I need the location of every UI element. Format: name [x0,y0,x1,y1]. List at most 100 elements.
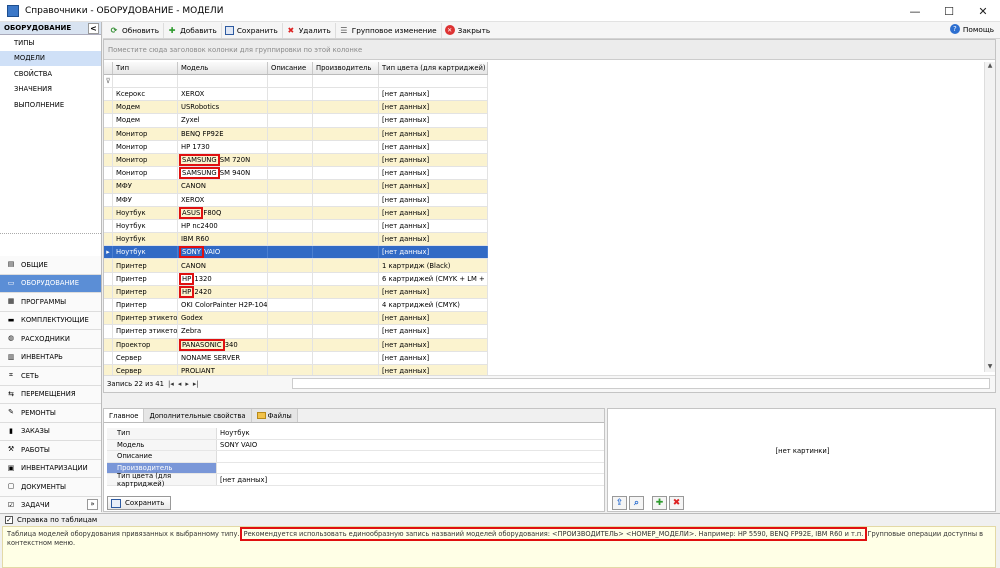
cell-manufacturer[interactable] [313,153,379,167]
table-row[interactable]: Принтер HP 2420 [нет данных] [104,285,488,299]
save-button[interactable]: Сохранить [222,22,283,38]
cell-description[interactable] [268,259,313,272]
cell-color-type[interactable]: 4 картриджей (CMYK) [379,299,488,312]
nav-group-item[interactable]: ⇆ ПЕРЕМЕЩЕНИЯ [0,385,101,404]
first-record-icon[interactable]: |◂ [168,380,174,388]
row-indicator[interactable] [104,219,113,233]
collapse-nav-button[interactable]: < [88,22,99,34]
property-value[interactable] [217,463,220,474]
cell-description[interactable] [268,101,313,114]
cell-manufacturer[interactable] [313,206,379,219]
cell-type[interactable]: Монитор [113,153,178,167]
nav-group-item[interactable]: ▮ ЗАКАЗЫ [0,422,101,441]
cell-manufacturer[interactable] [313,338,379,351]
table-row[interactable]: Ноутбук ASUS F80Q [нет данных] [104,206,488,220]
cell-description[interactable] [268,180,313,193]
table-row[interactable]: Принтер этикеток Godex [нет данных] [104,312,488,326]
cell-color-type[interactable]: 6 картриджей (CMYK + LM + LC) [379,272,488,285]
cell-type[interactable]: Монитор [113,167,178,180]
filter-cell-description[interactable] [268,75,313,87]
cell-model[interactable]: HP 1320 [178,272,268,285]
grid-vertical-scrollbar[interactable]: ▲ ▼ [984,62,995,372]
cell-description[interactable] [268,351,313,364]
cell-color-type[interactable]: [нет данных] [379,351,488,364]
cell-type[interactable]: Ноутбук [113,206,178,219]
cell-model[interactable]: Zebra [178,325,268,338]
cell-description[interactable] [268,88,313,101]
row-indicator[interactable] [104,127,113,140]
row-indicator[interactable] [104,312,113,325]
cell-description[interactable] [268,193,313,206]
row-indicator[interactable] [104,325,113,338]
cell-description[interactable] [268,153,313,167]
cell-model[interactable]: SONY VAIO [178,246,268,259]
table-row[interactable]: Монитор SAMSUNG SM 940N [нет данных] [104,167,488,181]
cell-color-type[interactable]: [нет данных] [379,285,488,298]
details-save-button[interactable]: Сохранить [107,496,171,510]
table-row[interactable]: Монитор HP 1730 [нет данных] [104,140,488,154]
cell-description[interactable] [268,114,313,127]
close-button[interactable]: ✕ Закрыть [442,23,495,38]
cell-type[interactable]: Проектор [113,338,178,351]
cell-description[interactable] [268,140,313,153]
cell-description[interactable] [268,272,313,285]
row-indicator[interactable] [104,167,113,180]
cell-color-type[interactable]: [нет данных] [379,193,488,206]
table-row[interactable]: МФУ CANON [нет данных] [104,180,488,194]
cell-color-type[interactable]: [нет данных] [379,140,488,153]
table-row[interactable]: Принтер OKI ColorPainter H2P-104s 4 картри… [104,299,488,313]
cell-type[interactable]: Принтер [113,272,178,285]
nav-group-item[interactable]: ▥ ИНВЕНТАРЬ [0,348,101,367]
group-by-panel[interactable]: Поместите сюда заголовок колонки для гру… [104,40,995,60]
close-window-button[interactable]: ✕ [966,0,1000,22]
row-indicator[interactable] [104,338,113,351]
property-row[interactable]: Тип Ноутбук [107,428,604,440]
cell-type[interactable]: Принтер [113,299,178,312]
row-indicator[interactable] [104,285,113,298]
cell-type[interactable]: Ноутбук [113,233,178,246]
property-value[interactable] [217,451,220,462]
add-button[interactable]: ✚ Добавить [164,22,222,38]
property-row[interactable]: Тип цвета (для картриджей) [нет данных] [107,472,604,488]
column-header[interactable]: Описание [268,62,313,74]
cell-color-type[interactable]: [нет данных] [379,153,488,167]
nav-subitem[interactable]: ЗНАЧЕНИЯ [0,82,101,98]
cell-type[interactable]: Монитор [113,140,178,153]
cell-description[interactable] [268,233,313,246]
cell-manufacturer[interactable] [313,101,379,114]
cell-model[interactable]: XEROX [178,88,268,101]
table-row[interactable]: Монитор BENQ FP92E [нет данных] [104,127,488,141]
group-change-button[interactable]: ☰ Групповое изменение [336,22,442,38]
cell-description[interactable] [268,325,313,338]
row-indicator[interactable] [104,272,113,285]
cell-model[interactable]: SAMSUNG SM 720N [178,153,268,167]
scroll-down-icon[interactable]: ▼ [985,363,995,372]
row-indicator[interactable] [104,299,113,312]
cell-manufacturer[interactable] [313,246,379,259]
cell-model[interactable]: XEROX [178,193,268,206]
cell-manufacturer[interactable] [313,180,379,193]
cell-description[interactable] [268,312,313,325]
cell-type[interactable]: Принтер этикеток [113,325,178,338]
property-row[interactable]: Модель SONY VAIO [107,439,604,452]
table-row[interactable]: Монитор SAMSUNG SM 720N [нет данных] [104,153,488,168]
table-row[interactable]: Ноутбук IBM R60 [нет данных] [104,233,488,247]
help-button[interactable]: ? Помощь [949,24,994,34]
nav-subitem[interactable]: ВЫПОЛНЕНИЕ [0,97,101,113]
cell-type[interactable]: Сервер [113,351,178,364]
last-record-icon[interactable]: ▸| [193,380,199,388]
row-indicator[interactable] [104,180,113,193]
cell-type[interactable]: Модем [113,114,178,127]
row-indicator[interactable] [104,233,113,246]
tab-main[interactable]: Главное [104,409,145,422]
cell-manufacturer[interactable] [313,312,379,325]
table-row[interactable]: ▸ Ноутбук SONY VAIO [нет данных] [104,246,488,260]
cell-type[interactable]: Модем [113,101,178,114]
help-toggle[interactable]: ✓ Справка по таблицам [0,514,1000,525]
cell-color-type[interactable]: [нет данных] [379,114,488,127]
cell-description[interactable] [268,338,313,351]
cell-manufacturer[interactable] [313,193,379,206]
cell-color-type[interactable]: [нет данных] [379,101,488,114]
row-indicator[interactable] [104,101,113,114]
nav-group-item[interactable]: ⌗ СЕТЬ [0,367,101,386]
